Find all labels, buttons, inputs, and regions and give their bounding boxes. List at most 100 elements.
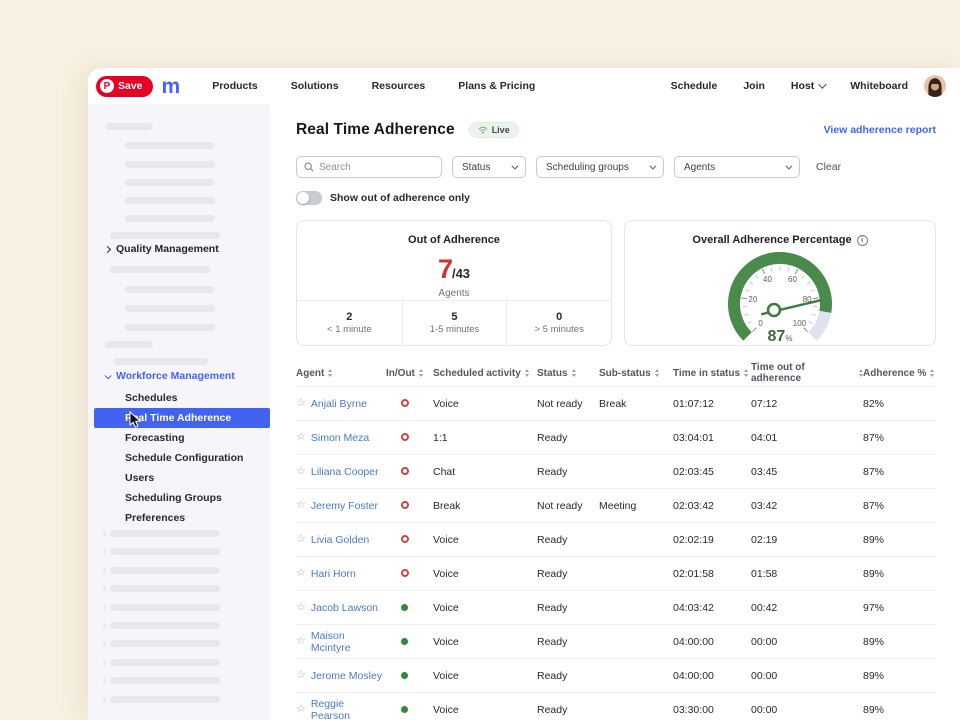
search-input[interactable] — [319, 162, 434, 173]
cell-adherence: 87% — [863, 432, 936, 444]
column-header-adherence[interactable]: Adherence % — [863, 368, 936, 379]
nav-link-resources[interactable]: Resources — [372, 80, 426, 92]
filter-dropdown-agents[interactable]: Agents — [674, 156, 800, 178]
star-icon[interactable]: ☆ — [296, 534, 306, 545]
table-row[interactable]: ☆Hari HornVoiceReady02:01:5801:5889% — [296, 556, 936, 590]
sidebar-item-scheduling-groups[interactable]: Scheduling Groups — [88, 488, 270, 508]
table-row[interactable]: ☆Reggie PearsonVoiceReady03:30:0000:0089… — [296, 692, 936, 720]
table-row[interactable]: ☆Jerome MosleyVoiceReady04:00:0000:0089% — [296, 658, 936, 692]
cell-time-in-status: 02:02:19 — [673, 534, 751, 546]
sidebar-skeleton-bar — [110, 266, 210, 273]
table-row[interactable]: ☆Anjali ByrneVoiceNot readyBreak01:07:12… — [296, 386, 936, 420]
sidebar-skeleton-bar — [110, 585, 220, 592]
wfm-submenu: SchedulesReal Time AdherenceForecastingS… — [88, 388, 270, 528]
star-icon[interactable]: ☆ — [296, 568, 306, 579]
nav-link-host[interactable]: Host — [791, 80, 824, 92]
sidebar-item-label: Schedules — [125, 392, 178, 404]
sidebar-skeleton-bar — [125, 142, 215, 149]
sidebar-item-preferences[interactable]: Preferences — [88, 508, 270, 528]
cell-time-out-of-adherence: 00:42 — [751, 602, 863, 614]
table-row[interactable]: ☆Jacob LawsonVoiceReady04:03:4200:4297% — [296, 590, 936, 624]
column-header-time-out-of-adherence[interactable]: Time out of adherence — [751, 362, 863, 384]
adherence-table: AgentIn/OutScheduled activityStatusSub-s… — [296, 360, 936, 720]
agent-link[interactable]: Liliana Cooper — [311, 466, 379, 478]
star-icon[interactable]: ☆ — [296, 466, 306, 477]
agent-link[interactable]: Maison Mcintyre — [311, 630, 386, 654]
star-icon[interactable]: ☆ — [296, 602, 306, 613]
column-header-label: Time in status — [673, 368, 740, 379]
column-header-label: Time out of adherence — [751, 362, 855, 384]
sidebar-skeleton-bar — [105, 123, 153, 130]
page-title: Real Time Adherence — [296, 121, 455, 139]
sidebar-skeleton-bar — [110, 696, 220, 703]
star-icon[interactable]: ☆ — [296, 398, 306, 409]
nav-link-whiteboard[interactable]: Whiteboard — [850, 80, 908, 92]
star-icon[interactable]: ☆ — [296, 704, 306, 715]
out-of-adherence-toggle[interactable] — [296, 191, 322, 205]
user-avatar[interactable] — [924, 75, 946, 97]
cell-scheduled-activity: Voice — [433, 398, 537, 410]
column-header-status[interactable]: Status — [537, 368, 599, 379]
sidebar-skeleton-bar — [125, 215, 215, 222]
agent-link[interactable]: Hari Horn — [311, 568, 356, 580]
nav-link-join[interactable]: Join — [743, 80, 765, 92]
star-icon[interactable]: ☆ — [296, 670, 306, 681]
sidebar-item-quality-management[interactable]: Quality Management — [105, 243, 219, 255]
nav-link-plans-pricing[interactable]: Plans & Pricing — [458, 80, 535, 92]
filter-dropdown-status[interactable]: Status — [452, 156, 526, 178]
cell-time-out-of-adherence: 00:00 — [751, 704, 863, 716]
sidebar-item-schedules[interactable]: Schedules — [88, 388, 270, 408]
adherence-gauge: 02040608010087% — [695, 248, 865, 344]
table-row[interactable]: ☆Jeremy FosterBreakNot readyMeeting02:03… — [296, 488, 936, 522]
agent-link[interactable]: Jerome Mosley — [311, 670, 382, 682]
table-row[interactable]: ☆Simon Meza1:1Ready03:04:0104:0187% — [296, 420, 936, 454]
sidebar-item-users[interactable]: Users — [88, 468, 270, 488]
agent-link[interactable]: Livia Golden — [311, 534, 369, 546]
sidebar-skeleton-bar — [110, 622, 220, 629]
column-header-time-in-status[interactable]: Time in status — [673, 368, 751, 379]
app-window: P Save m Products Solutions Resources Plans… — [88, 68, 960, 720]
column-header-in-out[interactable]: In/Out — [386, 368, 433, 379]
star-icon[interactable]: ☆ — [296, 636, 306, 647]
table-row[interactable]: ☆Livia GoldenVoiceReady02:02:1902:1989% — [296, 522, 936, 556]
search-box[interactable] — [296, 156, 442, 178]
sidebar-skeleton-bar — [110, 232, 220, 239]
sidebar-skeleton-bar — [110, 659, 220, 666]
cell-status: Ready — [537, 704, 599, 716]
agent-link[interactable]: Jacob Lawson — [311, 602, 378, 614]
sidebar-item-real-time-adherence[interactable]: Real Time Adherence — [94, 408, 270, 428]
star-icon[interactable]: ☆ — [296, 500, 306, 511]
table-row[interactable]: ☆Maison McintyreVoiceReady04:00:0000:008… — [296, 624, 936, 658]
sidebar-item-schedule-configuration[interactable]: Schedule Configuration — [88, 448, 270, 468]
cell-time-in-status: 02:03:42 — [673, 500, 751, 512]
agent-link[interactable]: Simon Meza — [311, 432, 369, 444]
cell-scheduled-activity: Voice — [433, 568, 537, 580]
nav-link-schedule[interactable]: Schedule — [671, 80, 718, 92]
app-logo[interactable]: m — [162, 76, 180, 97]
agent-link[interactable]: Anjali Byrne — [311, 398, 367, 410]
sidebar-skeleton-bar — [125, 324, 215, 331]
sidebar-item-workforce-management[interactable]: Workforce Management — [105, 370, 235, 382]
out-of-adherence-count: 7 — [438, 254, 452, 284]
view-adherence-report-link[interactable]: View adherence report — [824, 124, 936, 136]
cell-scheduled-activity: Voice — [433, 670, 537, 682]
column-header-scheduled-activity[interactable]: Scheduled activity — [433, 368, 537, 379]
column-header-sub-status[interactable]: Sub-status — [599, 368, 673, 379]
agent-link[interactable]: Jeremy Foster — [311, 500, 378, 512]
agent-link[interactable]: Reggie Pearson — [311, 698, 386, 720]
filter-dropdown-scheduling-groups[interactable]: Scheduling groups — [536, 156, 664, 178]
sidebar-skeleton-bar — [113, 358, 208, 365]
star-icon[interactable]: ☆ — [296, 432, 306, 443]
nav-link-solutions[interactable]: Solutions — [291, 80, 339, 92]
pinterest-logo-icon: P — [100, 79, 114, 93]
table-row[interactable]: ☆Liliana CooperChatReady02:03:4503:4587% — [296, 454, 936, 488]
cell-scheduled-activity: Voice — [433, 704, 537, 716]
pinterest-save-button[interactable]: P Save — [96, 76, 153, 97]
bucket-over-5-minutes: 0 > 5 minutes — [506, 301, 611, 345]
column-header-agent[interactable]: Agent — [296, 368, 386, 379]
sidebar-skeleton-chevron — [103, 641, 106, 647]
nav-link-products[interactable]: Products — [212, 80, 258, 92]
sidebar-item-forecasting[interactable]: Forecasting — [88, 428, 270, 448]
clear-filters-button[interactable]: Clear — [816, 161, 841, 173]
info-icon[interactable] — [857, 235, 868, 246]
